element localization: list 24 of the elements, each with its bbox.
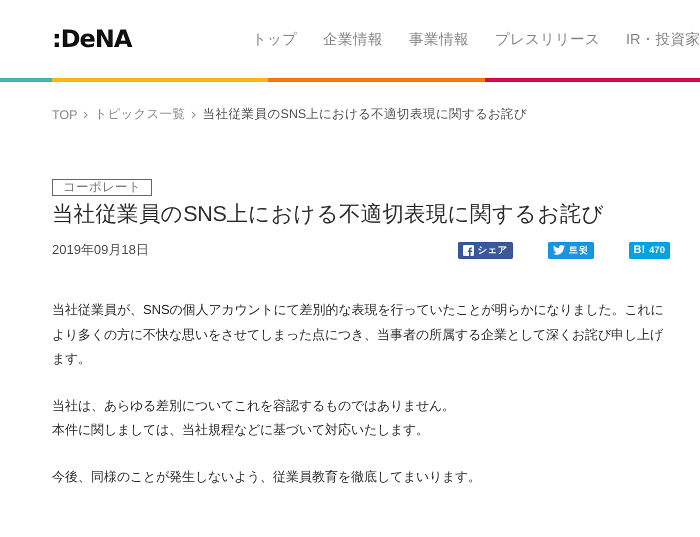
chevron-icon xyxy=(83,110,88,118)
paragraph-line: 当社は、あらゆる差別についてこれを容認するものではありません。 xyxy=(52,398,455,412)
article-date: 2019年09月18日 xyxy=(52,241,150,259)
logo[interactable]: :DeNA xyxy=(52,25,252,53)
facebook-icon xyxy=(462,244,474,256)
paragraph-line: 本件に関しましては、当社規程などに基づいて対応いたします。 xyxy=(52,422,429,437)
tweet-button[interactable]: 트윗 xyxy=(548,242,594,258)
category-tag[interactable]: コーポレート xyxy=(52,179,152,196)
nav-link[interactable]: 企業情報 xyxy=(323,30,383,48)
breadcrumb-current: 当社従業員のSNS上における不適切表現に関するお詫び xyxy=(202,106,528,123)
hatena-icon: B! xyxy=(634,244,646,256)
article-title: 当社従業員のSNS上における不適切表現に関するお詫び xyxy=(52,201,606,228)
nav-link[interactable]: 事業情報 xyxy=(409,30,469,48)
bird-icon xyxy=(552,245,565,255)
share-button[interactable]: シェア xyxy=(458,242,513,258)
nav-link[interactable]: IR・投資家 xyxy=(626,30,700,48)
bookmark-button[interactable]: B! 470 xyxy=(628,242,670,258)
chevron-icon xyxy=(191,110,196,118)
nav-link[interactable]: トップ xyxy=(252,30,297,48)
breadcrumb-link[interactable]: TOP xyxy=(52,108,78,122)
breadcrumb-link[interactable]: トピックス一覧 xyxy=(94,106,186,123)
paragraph-line: 今後、同様のことが発生しないよう、従業員教育を徹底してまいります。 xyxy=(52,468,481,484)
paragraph-line: 当社従業員が、SNSの個人アカウントにて差別的な表現を行っていたことが明らかになりました。これにより多くの方に不快な思いをさせてしまった点につき、当事者の所属する企業として深くお詫び申し上げます。 xyxy=(52,302,664,366)
nav-link[interactable]: プレスリリース xyxy=(495,30,600,48)
